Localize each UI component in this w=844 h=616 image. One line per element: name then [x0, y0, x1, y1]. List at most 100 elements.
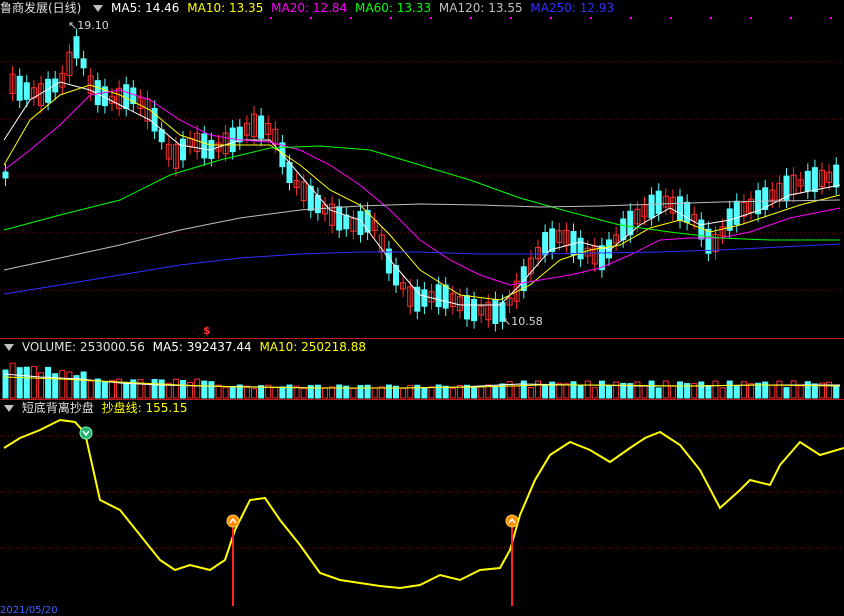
- volume-bar: [158, 379, 165, 399]
- volume-bar: [748, 383, 754, 399]
- ma120-label: MA120: 13.55: [438, 1, 523, 15]
- marker-dot: [550, 17, 552, 19]
- volume-bar: [471, 387, 478, 399]
- candle-body: [258, 115, 265, 139]
- candle-body: [80, 58, 87, 69]
- volume-bar: [492, 385, 499, 399]
- volume-bar: [350, 388, 357, 399]
- candle-body: [2, 171, 9, 179]
- volume-bar: [584, 380, 591, 399]
- high-arrow-icon: ↖: [68, 19, 78, 32]
- volume-bar: [613, 381, 620, 399]
- volume-bar: [563, 383, 570, 399]
- volume-bar: [414, 384, 421, 399]
- volume-bar: [194, 378, 201, 399]
- volume-bar: [513, 385, 520, 399]
- volume-bar: [329, 386, 336, 399]
- candle-body: [811, 167, 818, 193]
- candle-body: [655, 190, 662, 214]
- marker-dot: [710, 17, 712, 19]
- volume-bar: [208, 381, 215, 399]
- candle-body: [684, 201, 691, 223]
- marker-dot: [510, 17, 512, 19]
- ma5-label: MA5: 14.46: [111, 1, 180, 15]
- candle-body: [492, 299, 499, 325]
- volume-bar: [428, 386, 435, 399]
- volume-bar: [698, 381, 705, 399]
- candle-body: [421, 289, 428, 307]
- marker-dot: [670, 17, 672, 19]
- price-pane[interactable]: 鲁商发展(日线) MA5: 14.46 MA10: 13.35 MA20: 12…: [0, 0, 844, 338]
- oscillator-legend: 短底背离抄盘 抄盘线: 155.15: [0, 400, 192, 416]
- candle-body: [733, 200, 740, 225]
- ma10-label: MA10: 13.35: [187, 1, 264, 15]
- volume-bar: [137, 379, 144, 399]
- volume-bar: [187, 381, 194, 399]
- dropdown-triangle-icon[interactable]: [93, 5, 104, 12]
- candlestick-chart[interactable]: [0, 0, 844, 338]
- volume-bar: [648, 380, 655, 399]
- candle-body: [180, 138, 186, 161]
- marker-dot: [470, 17, 472, 19]
- price-legend: 鲁商发展(日线) MA5: 14.46 MA10: 13.35 MA20: 12…: [0, 0, 618, 16]
- volume-bar: [641, 385, 648, 399]
- candle-body: [229, 127, 236, 153]
- volume-bar: [151, 379, 158, 399]
- stock-title: 鲁商发展(日线): [0, 1, 82, 15]
- volume-bar: [101, 381, 108, 399]
- marker-dot: [590, 17, 592, 19]
- volume-bar: [570, 381, 577, 399]
- candle-body: [442, 284, 449, 309]
- candle-body: [648, 194, 655, 219]
- volume-bar: [705, 384, 712, 399]
- candle-body: [577, 237, 584, 260]
- candle-body: [549, 228, 556, 252]
- volume-bar: [45, 366, 52, 399]
- volume-bar: [229, 386, 236, 399]
- high-price-label: ↖19.10: [68, 19, 109, 32]
- volume-bar: [371, 387, 378, 399]
- volume-bar: [66, 371, 73, 399]
- volume-bar: [215, 384, 222, 399]
- volume-ma10-line: [3, 376, 841, 389]
- candle-body: [677, 196, 683, 222]
- volume-bar: [662, 380, 669, 399]
- volume-bar: [797, 385, 804, 399]
- volume-bar: [790, 380, 797, 399]
- oscillator-title: 短底背离抄盘: [21, 401, 94, 415]
- oscillator-pane[interactable]: 短底背离抄盘 抄盘线: 155.15 2021/05/20: [0, 400, 844, 616]
- candle-body: [804, 170, 811, 192]
- candle-body: [542, 232, 549, 256]
- volume-bar: [9, 362, 16, 399]
- dropdown-triangle-icon[interactable]: [4, 344, 14, 351]
- volume-bar: [591, 387, 598, 399]
- volume-bar: [123, 382, 130, 399]
- volume-bar: [80, 371, 87, 399]
- oscillator-chart[interactable]: [0, 400, 844, 615]
- candle-body: [23, 82, 30, 100]
- volume-bar: [364, 384, 371, 399]
- candle-body: [414, 286, 421, 312]
- candle-body: [201, 133, 208, 159]
- volume-pane[interactable]: VOLUME: 253000.56 MA5: 392437.44 MA10: 2…: [0, 339, 844, 399]
- volume-bar: [606, 384, 612, 399]
- volume-bar: [449, 387, 456, 399]
- volume-bar: [833, 384, 840, 399]
- marker-dot: [350, 17, 352, 19]
- volume-bar: [769, 384, 776, 399]
- volume-bar: [201, 380, 208, 399]
- marker-dot: [830, 17, 832, 19]
- volume-bar: [400, 387, 407, 399]
- low-arrow-icon: ↖: [502, 315, 512, 328]
- volume-bar: [272, 387, 279, 399]
- signal-dollar-icon: $: [203, 324, 211, 337]
- marker-dot: [310, 17, 312, 19]
- low-price-label: ↖10.58: [502, 315, 543, 328]
- volume-bar: [23, 366, 30, 399]
- volume-bar: [180, 380, 186, 399]
- volume-bar: [109, 379, 115, 399]
- dropdown-triangle-icon[interactable]: [4, 405, 14, 412]
- marker-dot: [630, 17, 632, 19]
- volume-bar: [251, 388, 257, 399]
- volume-bar: [783, 387, 790, 399]
